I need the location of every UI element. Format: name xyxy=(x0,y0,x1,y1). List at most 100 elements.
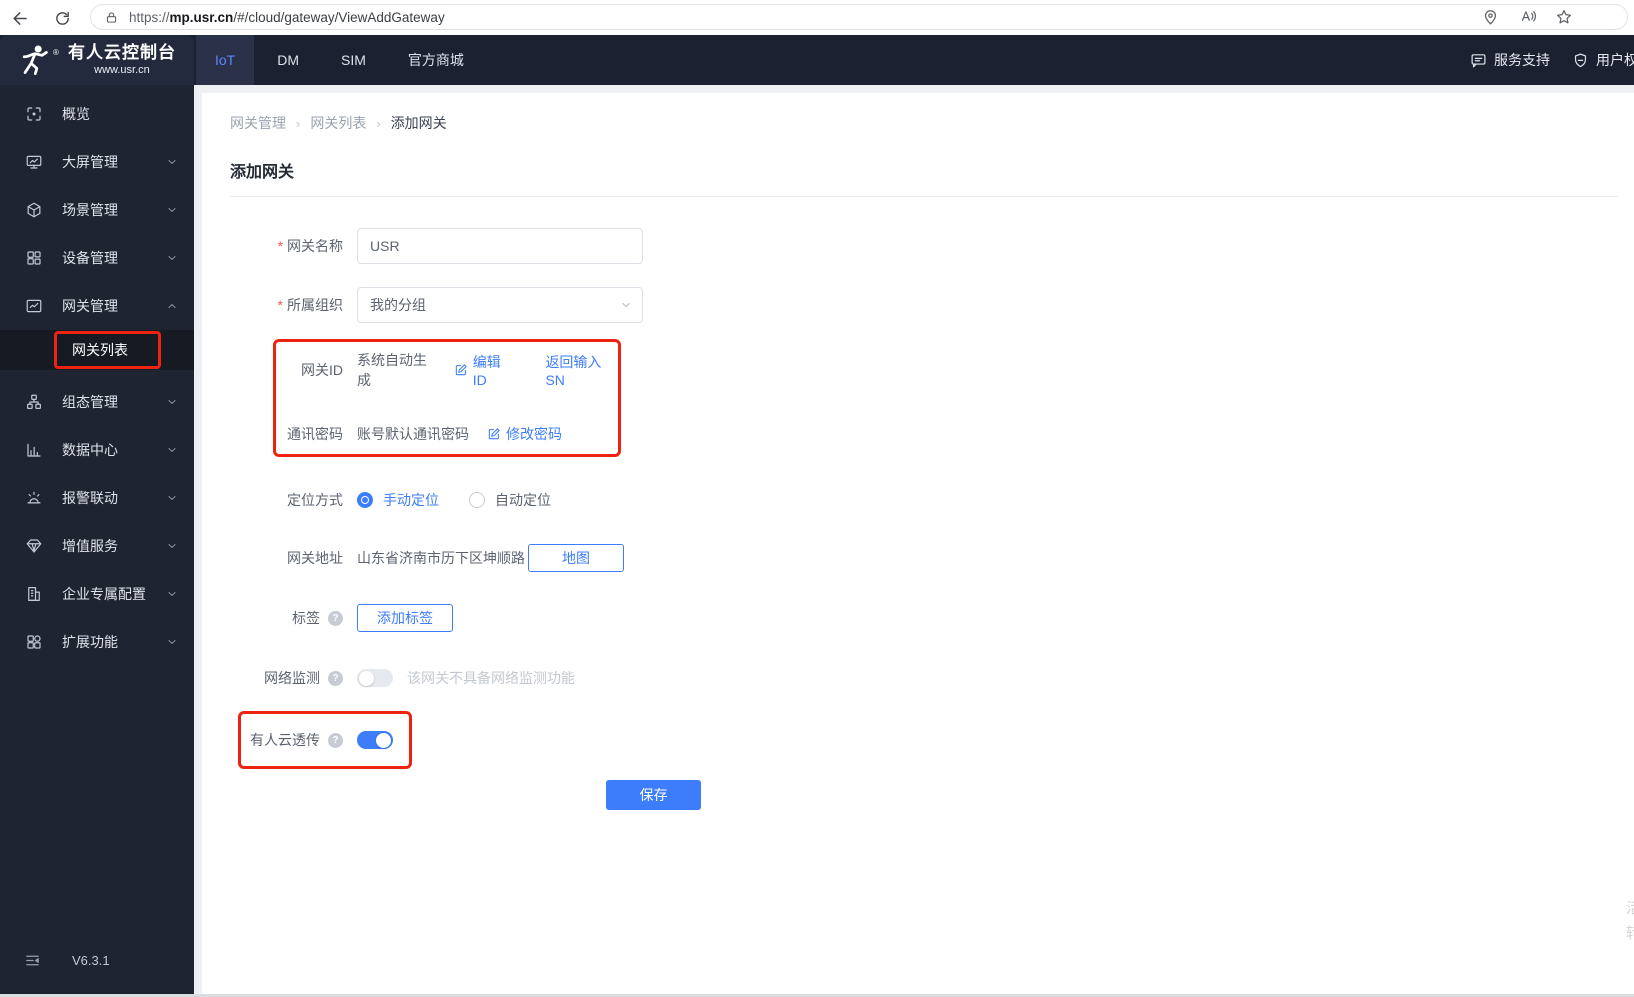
auto-location-label[interactable]: 自动定位 xyxy=(495,490,551,510)
collapse-sidebar-button[interactable] xyxy=(24,952,41,969)
back-to-sn-link[interactable]: 返回输入SN xyxy=(545,352,618,388)
cloud-passthrough-toggle[interactable] xyxy=(357,731,393,749)
change-password-link[interactable]: 修改密码 xyxy=(487,424,562,444)
sidebar-item-label: 增值服务 xyxy=(62,538,118,554)
sidebar-item-extensions[interactable]: 扩展功能 xyxy=(0,618,194,666)
url-text: https://mp.usr.cn/#/cloud/gateway/ViewAd… xyxy=(129,10,445,25)
sidebar-item-gateway-mgmt[interactable]: 网关管理 xyxy=(0,282,194,330)
chevron-down-icon xyxy=(166,588,178,600)
sidebar-item-scene-mgmt[interactable]: 场景管理 xyxy=(0,186,194,234)
tab-iot[interactable]: IoT xyxy=(196,35,255,85)
network-monitor-hint: 该网关不具备网络监测功能 xyxy=(407,670,575,686)
version-label: V6.3.1 xyxy=(72,953,110,968)
back-to-sn-label: 返回输入SN xyxy=(545,354,602,388)
network-monitor-label-cell: 网络监测 ? xyxy=(202,668,343,688)
browser-back-button[interactable] xyxy=(6,4,34,32)
big-screen-icon xyxy=(25,153,43,171)
sidebar-item-alarm-linkage[interactable]: 报警联动 xyxy=(0,474,194,522)
app-title: 有人云控制台 xyxy=(67,42,176,62)
sidebar-item-overview[interactable]: 概览 xyxy=(0,90,194,138)
tags-label: 标签 xyxy=(292,610,320,626)
page-title: 添加网关 xyxy=(230,164,295,181)
sidebar-item-value-added-services[interactable]: 增值服务 xyxy=(0,522,194,570)
sidebar-item-label: 概览 xyxy=(62,106,90,122)
sidebar-item-data-center[interactable]: 数据中心 xyxy=(0,426,194,474)
tab-dm[interactable]: DM xyxy=(258,35,318,85)
sidebar-item-gateway-list[interactable]: 网关列表 xyxy=(0,330,194,370)
add-gateway-form: *网关名称 *所属组织 我的分组 网关ID xyxy=(202,228,1634,810)
save-button[interactable]: 保存 xyxy=(606,780,701,810)
gateway-address-row: 网关地址 山东省济南市历下区坤顺路 地图 xyxy=(202,544,1634,572)
gateway-name-label-cell: * 网关名称 xyxy=(202,236,343,256)
tab-official-mall[interactable]: 官方商城 xyxy=(389,35,483,85)
back-arrow-icon xyxy=(12,11,27,25)
send-to-device-button[interactable] xyxy=(1479,6,1501,28)
annotation-box-cloud-passthrough: 有人云透传 ? xyxy=(238,711,412,769)
cloud-passthrough-label: 有人云透传 xyxy=(250,732,320,748)
radio-auto-location[interactable] xyxy=(469,492,485,508)
app-subtitle: www.usr.cn xyxy=(94,64,150,77)
help-icon[interactable]: ? xyxy=(328,610,343,626)
product-tabs: IoT DM SIM 官方商城 xyxy=(196,35,483,85)
help-icon[interactable]: ? xyxy=(328,732,343,748)
change-password-label: 修改密码 xyxy=(506,426,562,442)
gateway-address-value: 山东省济南市历下区坤顺路 xyxy=(357,550,525,566)
radio-manual-location[interactable] xyxy=(357,492,373,508)
read-aloud-icon xyxy=(1521,11,1537,22)
organization-select[interactable]: 我的分组 xyxy=(357,287,643,323)
breadcrumb-gateway-mgmt[interactable]: 网关管理 xyxy=(230,113,286,133)
breadcrumb-gateway-list[interactable]: 网关列表 xyxy=(310,113,366,133)
network-monitor-toggle[interactable] xyxy=(357,669,393,687)
address-bar[interactable]: https://mp.usr.cn/#/cloud/gateway/ViewAd… xyxy=(90,4,1628,30)
add-tag-button[interactable]: 添加标签 xyxy=(357,604,453,632)
app-header: ® 有人云控制台 www.usr.cn IoT DM SIM 官方商城 服务支持… xyxy=(0,35,1634,85)
sidebar-item-label: 扩展功能 xyxy=(62,634,118,650)
network-monitor-label: 网络监测 xyxy=(264,670,320,686)
sidebar-item-label: 数据中心 xyxy=(62,442,118,458)
chevron-down-icon xyxy=(166,252,178,264)
service-support-button[interactable]: 服务支持 xyxy=(1470,50,1550,70)
lock-icon xyxy=(105,11,118,24)
comm-password-label: 通讯密码 xyxy=(287,426,343,442)
sidebar-item-screen-mgmt[interactable]: 大屏管理 xyxy=(0,138,194,186)
sidebar-item-device-mgmt[interactable]: 设备管理 xyxy=(0,234,194,282)
edit-id-link[interactable]: 编辑ID xyxy=(454,352,513,388)
comm-password-row: 通讯密码 账号默认通讯密码 修改密码 xyxy=(276,420,618,448)
location-mode-label: 定位方式 xyxy=(287,492,343,508)
sidebar-item-label: 场景管理 xyxy=(62,202,118,218)
tab-sim[interactable]: SIM xyxy=(322,35,385,85)
sidebar-item-enterprise-config[interactable]: 企业专属配置 xyxy=(0,570,194,618)
cloud-passthrough-row: 有人云透传 ? xyxy=(241,726,409,754)
breadcrumb-add-gateway: 添加网关 xyxy=(390,115,447,131)
alarm-siren-icon xyxy=(25,489,43,507)
organization-label-cell: * 所属组织 xyxy=(202,295,343,315)
gateway-chart-icon xyxy=(25,297,43,315)
sidebar-item-label: 网关管理 xyxy=(62,298,118,314)
manual-location-label[interactable]: 手动定位 xyxy=(383,490,439,510)
title-divider xyxy=(230,196,1618,197)
sidebar-item-scada-mgmt[interactable]: 组态管理 xyxy=(0,378,194,426)
favorite-button[interactable] xyxy=(1553,6,1575,28)
read-aloud-button[interactable] xyxy=(1517,6,1539,28)
gateway-id-label: 网关ID xyxy=(301,362,343,378)
tags-label-cell: 标签 ? xyxy=(202,608,343,628)
chevron-down-icon xyxy=(166,204,178,216)
help-icon[interactable]: ? xyxy=(328,670,343,686)
url-scheme: https:// xyxy=(129,9,170,25)
browser-refresh-button[interactable] xyxy=(48,4,76,32)
required-asterisk: * xyxy=(277,297,283,313)
map-button[interactable]: 地图 xyxy=(528,544,624,572)
refresh-icon xyxy=(55,11,69,25)
edge-floating-widget[interactable]: 活 转 xyxy=(1626,896,1634,946)
gateway-name-label: 网关名称 xyxy=(287,238,343,254)
chevron-up-icon xyxy=(166,300,178,312)
app-logo[interactable]: ® 有人云控制台 www.usr.cn xyxy=(0,35,194,85)
url-host: mp.usr.cn xyxy=(169,9,234,25)
user-permission-button[interactable]: 用户权限 xyxy=(1572,50,1634,70)
sidebar-footer: V6.3.1 xyxy=(0,952,194,969)
organization-row: * 所属组织 我的分组 xyxy=(202,287,1634,323)
gateway-name-input[interactable] xyxy=(357,228,643,264)
sidebar-subitem-label: 网关列表 xyxy=(72,342,128,358)
organization-label: 所属组织 xyxy=(287,297,343,313)
edit-square-icon xyxy=(487,427,501,441)
